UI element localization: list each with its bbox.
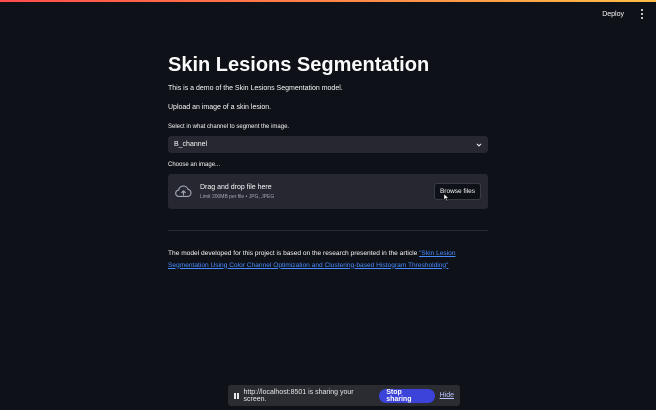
dropzone-limit: Limit 200MB per file • JPG, JPEG bbox=[200, 193, 275, 200]
dropzone-text: Drag and drop file here Limit 200MB per … bbox=[200, 184, 434, 200]
article-reference: The model developed for this project is … bbox=[168, 248, 488, 271]
channel-select-value: B_channel bbox=[174, 141, 208, 148]
deploy-button[interactable]: Deploy bbox=[602, 11, 624, 18]
image-upload-label: Choose an image... bbox=[168, 162, 221, 168]
channel-select-label: Select in what channel to segment the im… bbox=[168, 124, 290, 130]
intro-text: This is a demo of the Skin Lesions Segme… bbox=[168, 85, 343, 92]
hide-button[interactable]: Hide bbox=[440, 392, 454, 399]
screen-share-bar: http://localhost:8501 is sharing your sc… bbox=[228, 385, 460, 406]
share-message: http://localhost:8501 is sharing your sc… bbox=[243, 388, 354, 403]
cloud-upload-icon bbox=[175, 185, 192, 198]
pause-icon bbox=[234, 392, 239, 399]
main-content: Skin Lesions Segmentation This is a demo… bbox=[168, 52, 488, 269]
chevron-down-icon bbox=[476, 143, 482, 147]
top-decoration-bar bbox=[0, 0, 656, 2]
browse-files-button[interactable]: Browse files bbox=[433, 183, 481, 202]
mouse-cursor-icon bbox=[443, 193, 450, 202]
stop-sharing-button[interactable]: Stop sharing bbox=[379, 388, 435, 403]
app-header: Deploy bbox=[602, 8, 646, 20]
page-title: Skin Lesions Segmentation bbox=[168, 54, 430, 76]
section-divider bbox=[168, 230, 488, 231]
upload-prompt-text: Upload an image of a skin lesion. bbox=[168, 104, 272, 111]
main-menu-icon[interactable] bbox=[638, 8, 646, 20]
channel-select[interactable]: B_channel bbox=[168, 136, 488, 153]
file-dropzone[interactable]: Drag and drop file here Limit 200MB per … bbox=[168, 174, 488, 209]
dropzone-title: Drag and drop file here bbox=[200, 183, 272, 191]
article-text: The model developed for this project is … bbox=[168, 250, 420, 257]
